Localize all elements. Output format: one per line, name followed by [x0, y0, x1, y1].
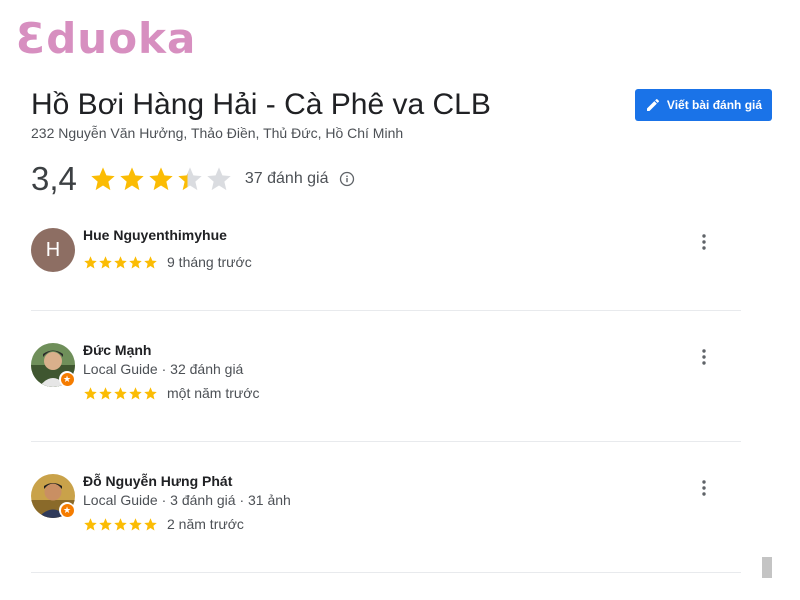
review-rating-line: 2 năm trước [83, 515, 244, 533]
star-icon [129, 517, 142, 530]
star-icon [129, 255, 142, 268]
rating-summary: 3,4 37 đánh giá [31, 158, 355, 200]
reviewer-meta[interactable]: Local Guide · 3 đánh giá · 31 ảnh [83, 491, 291, 509]
star-icon: ★ [60, 503, 74, 517]
more-vert-icon [702, 234, 706, 250]
avatar[interactable]: H [31, 228, 75, 272]
review-count-link[interactable]: 37 đánh giá [245, 170, 329, 188]
more-options-button[interactable] [694, 232, 714, 252]
more-options-button[interactable] [694, 478, 714, 498]
average-rating-stars [89, 165, 233, 193]
eduoka-logo: Ɛduoka [16, 14, 197, 63]
more-vert-icon [702, 480, 706, 496]
review-stars [83, 255, 158, 270]
star-icon [84, 255, 97, 268]
star-icon [114, 386, 127, 399]
review-time: 2 năm trước [167, 516, 244, 532]
star-icon [144, 386, 157, 399]
scrollbar-thumb[interactable] [762, 557, 772, 578]
star-icon [114, 255, 127, 268]
star-icon [99, 255, 112, 268]
divider [31, 441, 741, 442]
divider [31, 310, 741, 311]
star-icon: ★ [60, 372, 74, 386]
star-icon [144, 517, 157, 530]
star-icon [178, 167, 202, 191]
star-icon [99, 517, 112, 530]
star-icon [207, 167, 231, 191]
star-icon [84, 386, 97, 399]
review-stars [83, 517, 158, 532]
reviewer-name[interactable]: Hue Nguyenthimyhue [83, 226, 227, 244]
place-address: 232 Nguyễn Văn Hưởng, Thảo Điền, Thủ Đức… [31, 125, 404, 141]
local-guide-badge: ★ [59, 371, 75, 387]
star-icon [120, 167, 144, 191]
reviewer-name[interactable]: Đức Mạnh [83, 341, 151, 359]
review-rating-line: một năm trước [83, 384, 259, 402]
review-rating-line: 9 tháng trước [83, 253, 252, 271]
info-icon[interactable] [339, 171, 355, 187]
write-review-button[interactable]: Viết bài đánh giá [635, 89, 772, 121]
review-time: 9 tháng trước [167, 254, 252, 270]
star-icon [91, 167, 115, 191]
pencil-icon [645, 97, 661, 113]
reviewer-name[interactable]: Đỗ Nguyễn Hưng Phát [83, 472, 232, 490]
reviewer-meta[interactable]: Local Guide · 32 đánh giá [83, 360, 243, 378]
average-rating: 3,4 [31, 160, 77, 197]
star-icon [129, 386, 142, 399]
write-review-label: Viết bài đánh giá [666, 98, 763, 112]
star-icon [114, 517, 127, 530]
avatar-letter: H [45, 238, 61, 261]
star-icon [99, 386, 112, 399]
star-icon [149, 167, 173, 191]
more-vert-icon [702, 349, 706, 365]
place-title: Hồ Bơi Hàng Hải - Cà Phê va CLB [31, 88, 491, 121]
more-options-button[interactable] [694, 347, 714, 367]
divider [31, 572, 741, 573]
review-time: một năm trước [167, 385, 260, 401]
star-icon [84, 517, 97, 530]
review-stars [83, 386, 158, 401]
local-guide-badge: ★ [59, 502, 75, 518]
star-icon [144, 255, 157, 268]
